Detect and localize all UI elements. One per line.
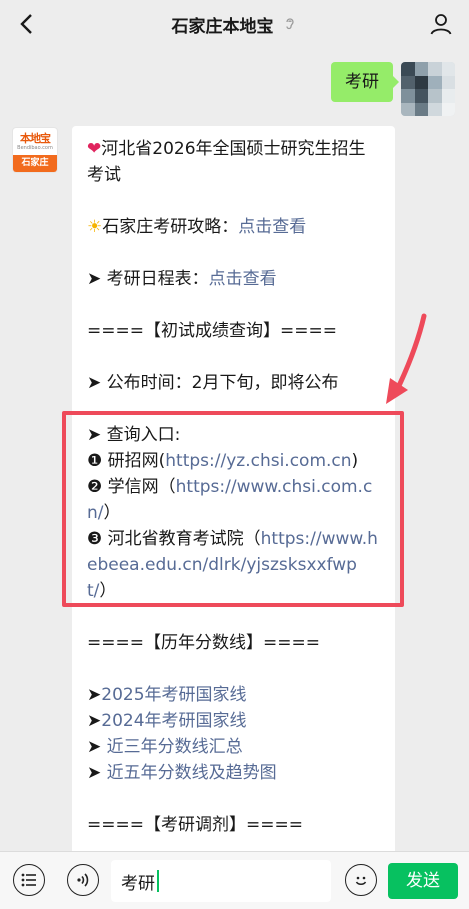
user-avatar[interactable] xyxy=(401,62,455,116)
avatar-logo-area: 本地宝 Bendibao.com xyxy=(13,128,57,155)
emoji-icon[interactable] xyxy=(345,864,377,896)
title-group: 石家庄本地宝 xyxy=(172,12,298,37)
incoming-bubble: ❤河北省2026年全国硕士研究生招生考试 ☀石家庄考研攻略：点击查看 ➤ 考研日… xyxy=(72,126,395,866)
score-item: ➤2024年考研国家线 xyxy=(87,711,247,731)
avatar-logo-text: 本地宝 xyxy=(20,131,51,145)
outgoing-bubble[interactable]: 考研 xyxy=(331,62,399,102)
section-adjustment: ====【考研调剂】==== xyxy=(87,815,303,835)
guide-link[interactable]: 点击查看 xyxy=(238,217,306,237)
avatar-logo-subtext: Bendibao.com xyxy=(17,144,53,151)
entry-label: ➤ 查询入口: xyxy=(87,425,181,445)
score-link-five-years[interactable]: 近五年分数线及趋势图 xyxy=(107,763,277,783)
text-caret xyxy=(157,870,159,892)
entry1-suffix: ) xyxy=(351,451,359,471)
entry1-prefix: ❶ 研招网( xyxy=(87,451,166,471)
outgoing-message: 考研 xyxy=(331,62,455,116)
avatar-city-label: 石家庄 xyxy=(13,155,57,172)
score-link-three-years[interactable]: 近三年分数线汇总 xyxy=(107,737,243,757)
schedule-link[interactable]: 点击查看 xyxy=(209,269,277,289)
publish-time: ➤ 公布时间：2月下旬，即将公布 xyxy=(87,373,339,393)
official-account-avatar[interactable]: 本地宝 Bendibao.com 石家庄 xyxy=(12,127,58,173)
section-score-query: ====【初试成绩查询】==== xyxy=(87,321,337,341)
entry3-prefix: ❸ 河北省教育考试院（ xyxy=(87,529,261,549)
sun-icon: ☀ xyxy=(87,217,103,237)
message-title: ❤河北省2026年全国硕士研究生招生考试 xyxy=(87,136,381,188)
message-input[interactable] xyxy=(111,860,331,902)
entry2-prefix: ❷ 学信网（ xyxy=(87,477,176,497)
score-item: ➤2025年考研国家线 xyxy=(87,685,247,705)
entry2-suffix: ） xyxy=(103,503,121,523)
guide-line: ☀石家庄考研攻略：点击查看 xyxy=(87,214,381,240)
yanzhao-link[interactable]: https://yz.chsi.com.cn xyxy=(165,451,351,471)
message-title-text: 河北省2026年全国硕士研究生招生考试 xyxy=(87,139,366,185)
ear-icon xyxy=(285,18,294,30)
score-link-2025[interactable]: 2025年考研国家线 xyxy=(101,685,246,705)
chat-title: 石家庄本地宝 xyxy=(171,16,274,37)
voice-icon[interactable] xyxy=(67,864,99,896)
schedule-line: ➤ 考研日程表：点击查看 xyxy=(87,266,381,292)
score-item: ➤ 近五年分数线及趋势图 xyxy=(87,763,277,783)
chat-header: 石家庄本地宝 xyxy=(0,0,469,48)
person-icon[interactable] xyxy=(425,8,457,40)
menu-list-icon[interactable] xyxy=(13,864,45,896)
entry-yanzhao: ❶ 研招网(https://yz.chsi.com.cn) xyxy=(87,448,381,474)
score-link-2024[interactable]: 2024年考研国家线 xyxy=(101,711,246,731)
entry-hebeea: ❸ 河北省教育考试院（https://www.hebeea.edu.cn/dlr… xyxy=(87,526,381,604)
input-bar: 发送 xyxy=(0,851,469,909)
entry3-suffix: ） xyxy=(99,581,117,601)
send-button[interactable]: 发送 xyxy=(388,863,458,899)
section-score-lines: ====【历年分数线】==== xyxy=(87,633,320,653)
heart-icon: ❤ xyxy=(87,139,102,159)
schedule-label: ➤ 考研日程表： xyxy=(87,269,209,289)
entry-xuexin: ❷ 学信网（https://www.chsi.com.cn/） xyxy=(87,474,381,526)
guide-label: 石家庄考研攻略： xyxy=(102,217,239,237)
back-arrow-icon[interactable] xyxy=(10,8,42,40)
score-item: ➤ 近三年分数线汇总 xyxy=(87,737,243,757)
